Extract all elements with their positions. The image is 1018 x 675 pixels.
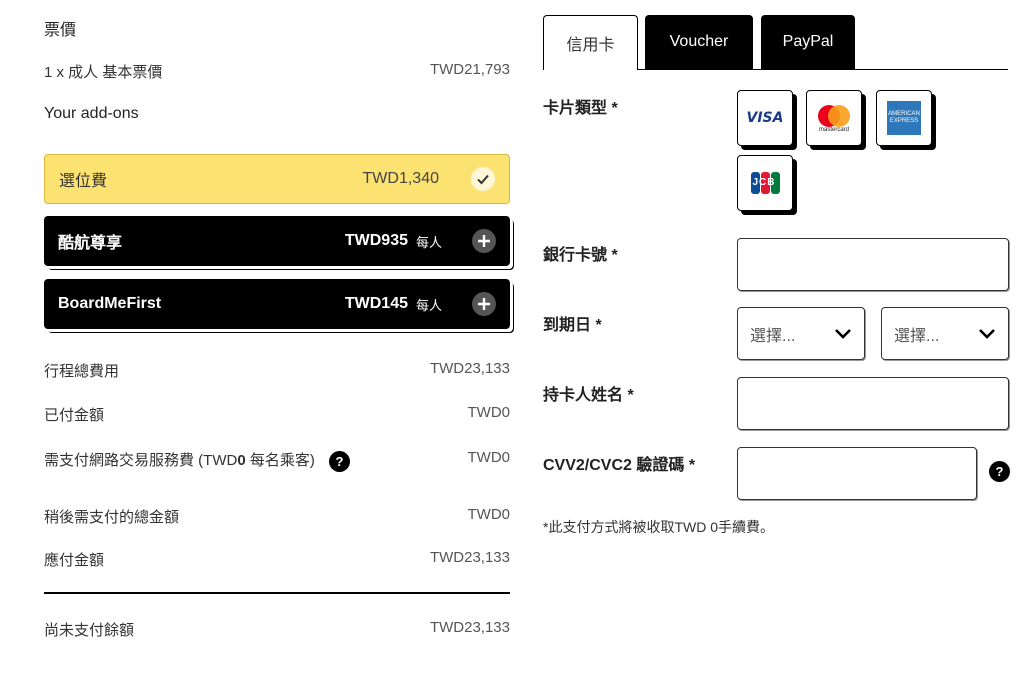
addon-name: BoardMeFirst (58, 295, 162, 312)
jcb-card-option[interactable]: JCB (737, 155, 793, 211)
cvv-input[interactable] (738, 448, 976, 499)
cardholder-name-label: 持卡人姓名 * (543, 387, 634, 404)
cvv-field[interactable] (737, 447, 977, 500)
addon-price: TWD1,340 (362, 170, 439, 187)
paid-amount-label: 已付金額 (44, 407, 105, 424)
addon-scoot-plus[interactable]: 酷航尊享 TWD935 每人 (44, 216, 510, 266)
total-trip-cost-value: TWD23,133 (429, 360, 510, 377)
amount-due-value: TWD23,133 (429, 549, 510, 566)
fare-line-value: TWD21,793 (429, 61, 510, 78)
service-fee-label: 需支付網路交易服務費 (TWD0 每名乘客) (44, 452, 315, 469)
plus-icon[interactable] (472, 229, 496, 253)
addon-boardmefirst[interactable]: BoardMeFirst TWD145 每人 (44, 279, 510, 329)
expiry-month-select[interactable]: 選擇... (737, 307, 865, 360)
paid-amount: 已付金額 TWD0 (44, 404, 510, 425)
visa-icon: VISA (746, 110, 784, 126)
tab-paypal[interactable]: PayPal (761, 15, 855, 69)
card-number-field[interactable] (737, 238, 1009, 291)
service-fee-value: TWD0 (467, 449, 511, 466)
cardholder-name-input[interactable] (738, 378, 1008, 429)
card-type-label: 卡片類型 * (543, 100, 618, 117)
addon-per-person: 每人 (415, 234, 442, 250)
check-icon[interactable] (471, 167, 495, 191)
later-total-label: 稍後需支付的總金額 (44, 509, 180, 526)
later-total: 稍後需支付的總金額 TWD0 (44, 506, 510, 527)
tab-voucher[interactable]: Voucher (645, 15, 753, 69)
paid-amount-value: TWD0 (467, 404, 511, 421)
amex-card-option[interactable]: AMERICAN EXPRESS (876, 90, 932, 146)
chevron-down-icon (979, 328, 995, 339)
addon-seat-selection[interactable]: 選位費 TWD1,340 (44, 154, 510, 204)
cardholder-name-field[interactable] (737, 377, 1009, 430)
balance-due: 尚未支付餘額 TWD23,133 (44, 619, 510, 640)
chevron-down-icon (835, 328, 851, 339)
addon-price: TWD935 (344, 232, 408, 249)
addon-name: 酷航尊享 (58, 235, 123, 252)
visa-card-option[interactable]: VISA (737, 90, 793, 146)
tab-credit-card[interactable]: 信用卡 (543, 15, 638, 70)
card-number-label: 銀行卡號 * (543, 247, 618, 264)
expiry-year-select[interactable]: 選擇... (881, 307, 1009, 360)
card-number-input[interactable] (738, 239, 1008, 290)
plus-icon[interactable] (472, 292, 496, 316)
total-trip-cost: 行程總費用 TWD23,133 (44, 360, 510, 381)
addons-heading: Your add-ons (44, 105, 139, 122)
fare-line-label: 1 x 成人 基本票價 (44, 64, 163, 81)
addon-per-person: 每人 (415, 297, 442, 313)
amount-due-label: 應付金額 (44, 552, 105, 569)
mastercard-option[interactable]: mastercard (806, 90, 862, 146)
amount-due: 應付金額 TWD23,133 (44, 549, 510, 570)
help-icon[interactable]: ? (329, 450, 351, 472)
balance-due-label: 尚未支付餘額 (44, 622, 135, 639)
help-icon[interactable]: ? (989, 461, 1010, 482)
addon-name: 選位費 (59, 173, 108, 190)
mastercard-icon: mastercard (816, 104, 852, 133)
cvv-label: CVV2/CVC2 驗證碼 * (543, 457, 696, 474)
balance-due-value: TWD23,133 (429, 619, 510, 636)
later-total-value: TWD0 (467, 506, 511, 523)
fee-note: *此支付方式將被收取TWD 0手續費。 (543, 519, 774, 535)
total-trip-cost-label: 行程總費用 (44, 363, 120, 380)
service-fee: 需支付網路交易服務費 (TWD0 每名乘客) ? TWD0 (44, 449, 510, 472)
amex-icon: AMERICAN EXPRESS (887, 101, 921, 135)
payment-tabs: 信用卡 Voucher PayPal (543, 15, 1008, 70)
expiry-year-value: 選擇... (894, 327, 940, 345)
addon-price: TWD145 (344, 295, 408, 312)
fare-heading: 票價 (44, 22, 77, 39)
expiry-month-value: 選擇... (750, 327, 796, 345)
fare-line: 1 x 成人 基本票價 TWD21,793 (44, 61, 510, 82)
summary-divider (44, 592, 510, 594)
jcb-icon: JCB (750, 172, 780, 194)
expiry-label: 到期日 * (543, 317, 602, 334)
